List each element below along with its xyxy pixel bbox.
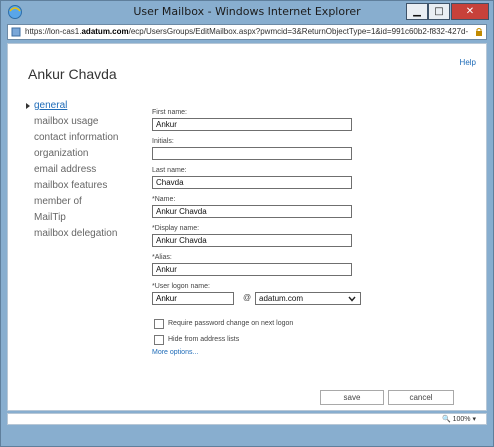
nav-item-member-of[interactable]: member of [24,194,144,210]
nav-item-organization[interactable]: organization [24,146,144,162]
zoom-level: 100% [452,416,471,423]
first-name-label: First name: [152,109,188,116]
minimize-button[interactable]: ▁ [406,3,428,20]
general-form: First name: Initials: Last name: *Name: … [152,108,372,356]
close-icon: ✕ [465,5,475,17]
nav-item-label: email address [34,164,97,175]
nav-item-contact-information[interactable]: contact information [24,130,144,146]
user-logon-row: @ adatum.com [152,292,372,311]
more-options-link[interactable]: More options... [152,349,372,356]
close-button[interactable]: ✕ [451,3,489,20]
alias-label: *Alias: [152,254,172,261]
first-name-field[interactable] [152,118,352,131]
domain-select-value: adatum.com [259,294,304,303]
maximize-button[interactable]: □ [428,3,450,20]
address-bar[interactable]: https://lon-cas1.adatum.com/ecp/UsersGro… [7,24,487,40]
help-link[interactable]: Help [460,58,476,67]
nav-item-mailbox-usage[interactable]: mailbox usage [24,114,144,130]
browser-window: User Mailbox - Windows Internet Explorer… [0,0,494,447]
nav-item-label: member of [34,196,82,207]
at-sign: @ [243,293,252,302]
url-path: /ecp/UsersGroups/EditMailbox.aspx?pwmcid… [128,27,469,36]
nav-item-general[interactable]: general [24,98,144,114]
lock-icon [476,28,482,36]
titlebar: User Mailbox - Windows Internet Explorer… [1,1,493,23]
alias-field[interactable] [152,263,352,276]
nav-item-label: mailbox delegation [34,228,118,239]
url-host: adatum.com [81,27,129,36]
zoom-icon: 🔍 [441,416,451,423]
require-password-change-row[interactable]: Require password change on next logon [152,317,372,333]
nav-item-mailbox-delegation[interactable]: mailbox delegation [24,226,144,242]
page-icon [11,27,21,37]
display-name-label: *Display name: [152,225,200,232]
domain-select[interactable]: adatum.com [255,292,361,305]
nav-item-label: mailbox features [34,180,108,191]
caret-right-icon [26,103,30,109]
display-name-field[interactable] [152,234,352,247]
minimize-icon: ▁ [413,5,421,17]
last-name-field[interactable] [152,176,352,189]
nav-item-label: MailTip [34,212,66,223]
status-bar: 🔍 100% ▾ [7,413,487,425]
maximize-icon: □ [434,5,444,17]
hide-from-address-lists-label: Hide from address lists [168,336,240,343]
page-title: Ankur Chavda [28,66,117,82]
nav-item-mailbox-features[interactable]: mailbox features [24,178,144,194]
hide-from-address-lists-row[interactable]: Hide from address lists [152,333,372,349]
sidebar-nav: general mailbox usage contact informatio… [24,98,144,242]
user-logon-label: *User logon name: [152,283,210,290]
require-password-change-checkbox[interactable] [154,319,164,329]
zoom-control[interactable]: 🔍 100% ▾ [442,415,476,423]
chevron-down-icon: ▾ [472,416,476,423]
url-prefix: https://lon-cas1. [25,27,82,36]
nav-item-label: organization [34,148,89,159]
nav-item-mailtip[interactable]: MailTip [24,210,144,226]
nav-item-label: general [34,100,68,111]
url-text: https://lon-cas1.adatum.com/ecp/UsersGro… [25,25,473,39]
user-logon-field[interactable] [152,292,234,305]
nav-item-label: mailbox usage [34,116,99,127]
nav-item-label: contact information [34,132,119,143]
cancel-button[interactable]: cancel [388,390,454,405]
hide-from-address-lists-checkbox[interactable] [154,335,164,345]
chevron-down-icon [348,296,356,302]
last-name-label: Last name: [152,167,187,174]
name-label: *Name: [152,196,176,203]
nav-item-email-address[interactable]: email address [24,162,144,178]
name-field[interactable] [152,205,352,218]
initials-label: Initials: [152,138,174,145]
initials-field[interactable] [152,147,352,160]
save-button[interactable]: save [320,390,384,405]
page-content: Help Ankur Chavda general mailbox usage … [7,43,487,411]
require-password-change-label: Require password change on next logon [168,320,294,327]
